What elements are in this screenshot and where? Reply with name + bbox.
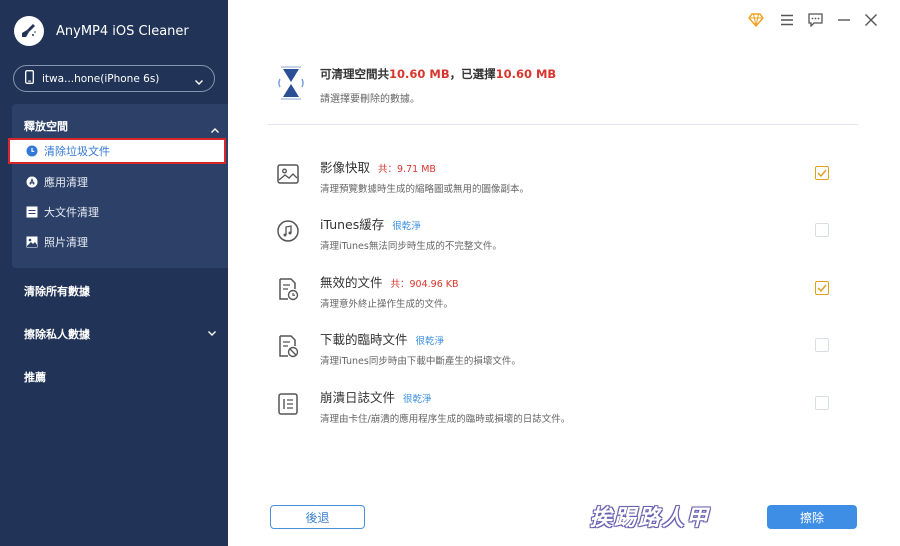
file-clock-icon	[276, 277, 300, 301]
item-description: 清理意外終止操作生成的文件。	[320, 299, 454, 310]
item-name: 下載的臨時文件 很乾淨	[320, 332, 445, 347]
nav-label: 清除所有數據	[24, 285, 90, 298]
sidebar-item-label: 應用清理	[44, 176, 88, 189]
summary-prefix: 可清理空間共	[320, 67, 389, 81]
list-item-crash-logs[interactable]: 崩潰日誌文件 很乾淨 清理由卡住/崩潰的應用程序生成的臨時或損壞的日誌文件。	[268, 384, 858, 434]
item-name: 影像快取 共：9.71 MB	[320, 160, 436, 175]
image-icon	[26, 236, 38, 248]
list-item-image-cache[interactable]: 影像快取 共：9.71 MB 清理預覽數據時生成的縮略圖或無用的圖像副本。	[268, 154, 858, 204]
phone-icon	[25, 69, 34, 88]
sidebar-item-label: 照片清理	[44, 236, 88, 249]
item-clean-tag: 很乾淨	[415, 336, 445, 347]
summary-subtitle: 請選擇要刪除的數據。	[320, 94, 420, 105]
app-header: AnyMP4 iOS Cleaner	[14, 16, 189, 46]
feedback-icon[interactable]	[806, 11, 824, 29]
item-clean-tag: 很乾淨	[403, 394, 432, 405]
erase-button[interactable]: 擦除	[767, 505, 857, 529]
sidebar-item-erase-private[interactable]: 擦除私人數據	[24, 326, 216, 342]
title-bar	[228, 0, 900, 40]
nav-label: 推薦	[24, 371, 46, 384]
free-space-title[interactable]: 釋放空間	[24, 118, 68, 134]
log-file-icon	[276, 392, 300, 416]
sidebar-item-label: 清除垃圾文件	[44, 145, 110, 158]
sidebar-item-clean-junk[interactable]: 清除垃圾文件	[8, 138, 226, 164]
app-store-icon	[26, 176, 38, 188]
item-checkbox[interactable]	[815, 396, 829, 410]
hourglass-icon	[276, 66, 306, 100]
device-name: itwa...hone(iPhone 6s)	[42, 72, 160, 85]
app-title: AnyMP4 iOS Cleaner	[56, 23, 189, 39]
list-item-invalid-files[interactable]: 無效的文件 共：904.96 KB 清理意外終止操作生成的文件。	[268, 269, 858, 319]
item-checkbox[interactable]	[815, 166, 829, 180]
item-checkbox[interactable]	[815, 223, 829, 237]
nav-label: 擦除私人數據	[24, 328, 90, 341]
image-icon	[276, 162, 300, 186]
item-name: iTunes緩存 很乾淨	[320, 217, 421, 232]
sidebar-item-recommend[interactable]: 推薦	[24, 369, 46, 385]
item-checkbox[interactable]	[815, 281, 829, 295]
summary-middle: ，已選擇	[449, 67, 496, 81]
sidebar-item-app-clean[interactable]: 應用清理	[12, 169, 228, 195]
close-icon[interactable]	[862, 11, 880, 29]
item-size-tag: 共：9.71 MB	[378, 164, 436, 175]
minimize-icon[interactable]	[835, 11, 853, 29]
sidebar-item-label: 大文件清理	[44, 206, 99, 219]
free-space-group: 釋放空間 清除垃圾文件 應用清理 大文件清理 照片清理	[8, 104, 228, 268]
item-size-tag: 共：904.96 KB	[390, 279, 459, 290]
item-description: 清理預覽數據時生成的縮略圖或無用的圖像副本。	[320, 184, 530, 195]
chevron-down-icon	[207, 328, 217, 341]
item-name: 無效的文件 共：904.96 KB	[320, 275, 459, 290]
document-icon	[26, 206, 38, 218]
divider	[268, 124, 858, 125]
summary-title: 可清理空間共10.60 MB，已選擇10.60 MB	[320, 66, 556, 82]
file-blocked-icon	[276, 334, 300, 358]
music-icon	[276, 219, 300, 243]
item-clean-tag: 很乾淨	[392, 221, 421, 232]
chevron-down-icon	[194, 72, 204, 91]
item-description: 清理由卡住/崩潰的應用程序生成的臨時或損壞的日誌文件。	[320, 414, 571, 425]
sidebar-item-large-files[interactable]: 大文件清理	[12, 199, 228, 225]
item-checkbox[interactable]	[815, 338, 829, 352]
menu-icon[interactable]	[778, 11, 796, 29]
item-description: 清理iTunes無法同步時生成的不完整文件。	[320, 241, 502, 252]
watermark: 挨踢路人甲	[590, 505, 711, 531]
list-item-download-temp[interactable]: 下載的臨時文件 很乾淨 清理iTunes同步時由下載中斷產生的損壞文件。	[268, 326, 858, 376]
diamond-icon[interactable]	[747, 11, 765, 29]
list-item-itunes-cache[interactable]: iTunes緩存 很乾淨 清理iTunes無法同步時生成的不完整文件。	[268, 211, 858, 261]
sidebar: AnyMP4 iOS Cleaner itwa...hone(iPhone 6s…	[0, 0, 228, 546]
item-description: 清理iTunes同步時由下載中斷產生的損壞文件。	[320, 356, 521, 367]
summary-total: 10.60 MB	[389, 67, 450, 81]
back-button[interactable]: 後退	[270, 505, 365, 529]
device-selector[interactable]: itwa...hone(iPhone 6s)	[13, 65, 215, 92]
app-logo-icon	[14, 16, 44, 46]
sidebar-item-photo-clean[interactable]: 照片清理	[12, 229, 228, 255]
clock-icon	[26, 145, 38, 157]
item-name: 崩潰日誌文件 很乾淨	[320, 390, 432, 405]
summary-selected: 10.60 MB	[495, 67, 557, 81]
sidebar-item-erase-all[interactable]: 清除所有數據	[24, 283, 90, 299]
